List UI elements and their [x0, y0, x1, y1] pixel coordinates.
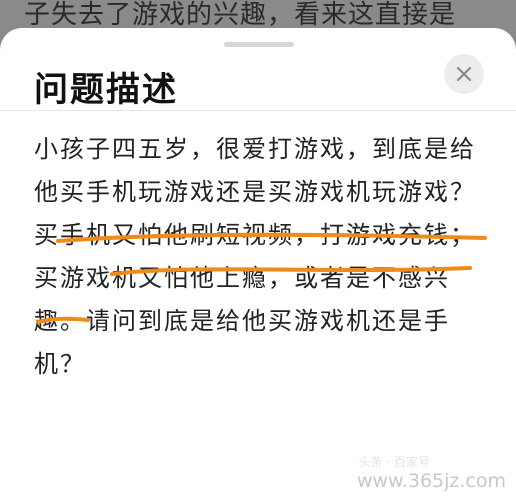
close-icon	[456, 66, 472, 82]
body-line-4: 买游戏机又怕他上瘾，或者是不感兴	[34, 264, 450, 292]
site-watermark: www.365jz.com	[356, 470, 506, 492]
sheet-title: 问题描述	[34, 70, 178, 110]
body-line-6: 机？	[34, 350, 86, 378]
close-button[interactable]	[444, 54, 484, 94]
background-partial-text: 子失去了游戏的兴趣，看来这直接是	[24, 0, 457, 30]
body-line-1: 小孩子四五岁，很爱打游戏，到底是给	[34, 135, 476, 163]
title-divider	[0, 110, 516, 111]
sheet-grabber-handle[interactable]	[224, 42, 294, 47]
question-body: 小孩子四五岁，很爱打游戏，到底是给 他买手机玩游戏还是买游戏机玩游戏？ 买手机又…	[34, 128, 504, 386]
body-line-2: 他买手机玩游戏还是买游戏机玩游戏？	[34, 178, 476, 206]
body-line-3: 买手机又怕他刷短视频，打游戏充钱；	[34, 221, 476, 249]
question-description-sheet: 问题描述 小孩子四五岁，很爱打游戏，到底是给 他买手机玩游戏还是买游戏机玩游戏？…	[0, 28, 516, 500]
faint-source-mark: 头条 · 百家号	[358, 455, 430, 469]
body-line-5: 趣。请问到底是给他买游戏机还是手	[34, 307, 450, 335]
